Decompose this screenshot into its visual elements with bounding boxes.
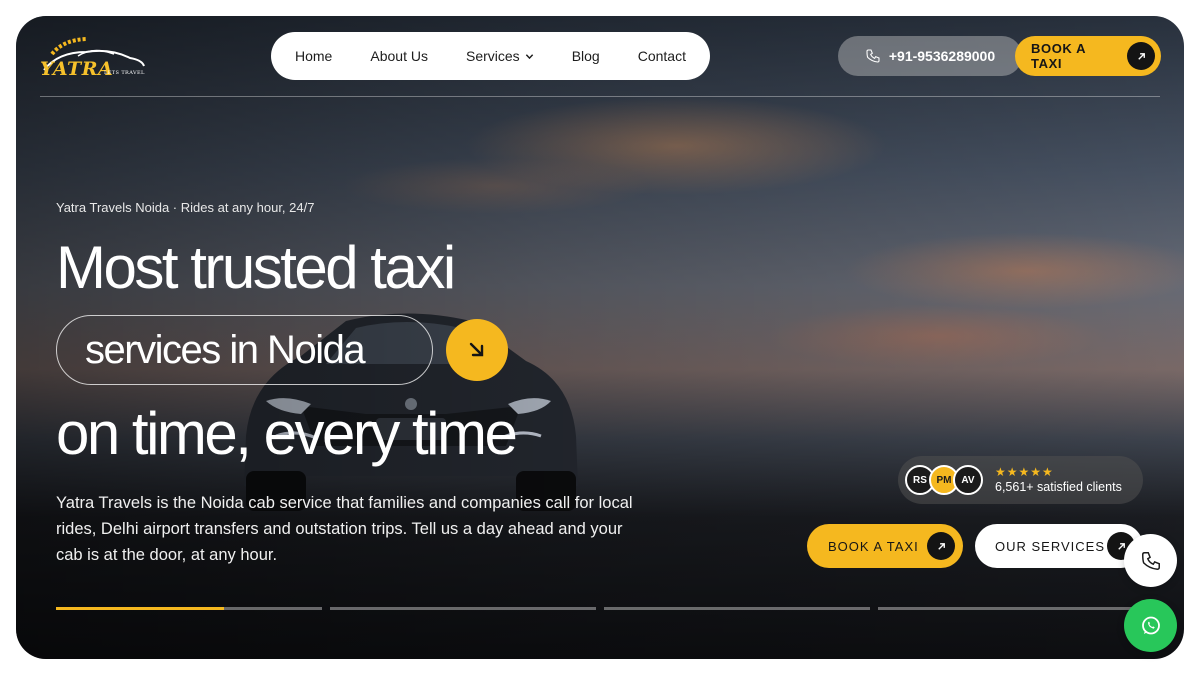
nav-services[interactable]: Services: [466, 48, 534, 64]
hero-headline-line-1: Most trusted taxi: [56, 234, 456, 301]
header-phone-link[interactable]: +91-9536289000: [838, 36, 1022, 76]
logo-text: YATRA: [40, 58, 114, 80]
nav-blog-label: Blog: [571, 48, 600, 64]
phone-icon: [866, 49, 880, 63]
floating-whatsapp-button[interactable]: [1124, 599, 1177, 652]
arrow-up-right-icon: [927, 532, 955, 560]
hero-description: Yatra Travels is the Noida cab service t…: [56, 494, 633, 564]
chevron-down-icon: [525, 53, 533, 59]
client-count: 6,561+ satisfied clients: [995, 480, 1122, 494]
nav-home[interactable]: Home: [295, 48, 332, 64]
whatsapp-icon: [1141, 616, 1160, 634]
header-divider: [40, 96, 1160, 97]
nav-home-label: Home: [295, 48, 333, 64]
nav-blog[interactable]: Blog: [572, 48, 600, 64]
nav-services-label: Services: [465, 48, 520, 64]
hero-headline-pill: services in Noida: [56, 315, 433, 385]
nav-about[interactable]: About Us: [370, 48, 428, 64]
client-rating: ★★★★★ 6,561+ satisfied clients: [995, 465, 1122, 495]
brand-logo[interactable]: YATRA LETS TRAVEL: [38, 30, 148, 84]
arrow-down-right-icon: [469, 342, 484, 357]
nav-contact-label: Contact: [637, 48, 686, 64]
nav-about-label: About Us: [370, 48, 428, 64]
hero-book-taxi-button[interactable]: BOOK A TAXI: [807, 524, 963, 568]
slider-progress-fill: [56, 607, 224, 610]
header-book-label: BOOK A TAXI: [1031, 41, 1086, 71]
main-nav: Home About Us Services Blog Contact: [271, 32, 710, 80]
hero-eyebrow: Yatra Travels Noida · Rides at any hour,…: [56, 200, 315, 215]
header-book-taxi-button[interactable]: BOOK A TAXI: [1015, 36, 1161, 76]
slider-progress-2[interactable]: [330, 607, 596, 610]
avatar: AV: [953, 465, 983, 495]
header-phone-number: +91-9536289000: [888, 48, 996, 64]
floating-call-button[interactable]: [1124, 534, 1177, 587]
hero-headline-line-2: services in Noida: [85, 327, 366, 372]
hero-section: YATRA LETS TRAVEL Home About Us Services…: [16, 16, 1184, 659]
slider-progress-4[interactable]: [878, 607, 1144, 610]
hero-our-services-button[interactable]: OUR SERVICES: [975, 524, 1143, 568]
star-rating-icons: ★★★★★: [995, 465, 1054, 479]
hero-arrow-button[interactable]: [446, 319, 508, 381]
nav-contact[interactable]: Contact: [638, 48, 686, 64]
arrow-up-right-icon: [1127, 42, 1155, 70]
slider-progress-3[interactable]: [604, 607, 870, 610]
clients-badge: RS PM AV ★★★★★ 6,561+ satisfied clients: [898, 456, 1143, 504]
hero-book-label: BOOK A TAXI: [828, 538, 919, 554]
hero-services-label: OUR SERVICES: [995, 538, 1106, 554]
phone-icon: [1141, 551, 1160, 570]
logo-tagline: LETS TRAVEL: [104, 70, 145, 76]
client-avatars: RS PM AV: [905, 465, 983, 495]
hero-headline-line-3: on time, every time: [56, 400, 518, 467]
slider-progress-1[interactable]: [56, 607, 322, 610]
